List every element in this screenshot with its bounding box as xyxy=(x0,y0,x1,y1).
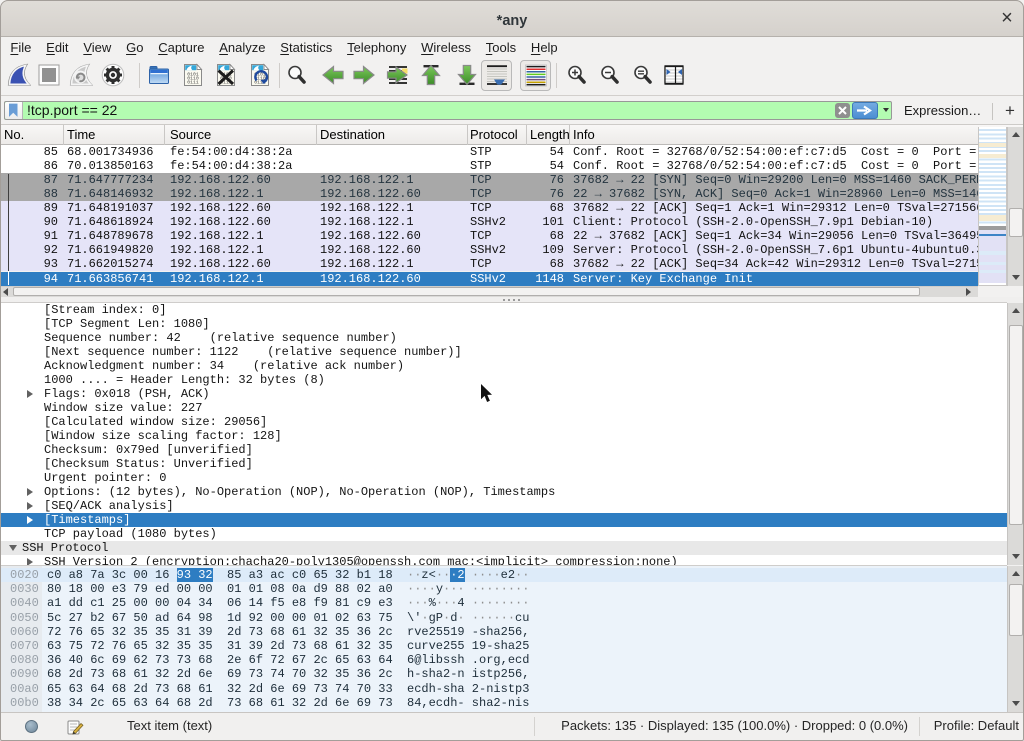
svg-text:0111: 0111 xyxy=(187,80,199,86)
